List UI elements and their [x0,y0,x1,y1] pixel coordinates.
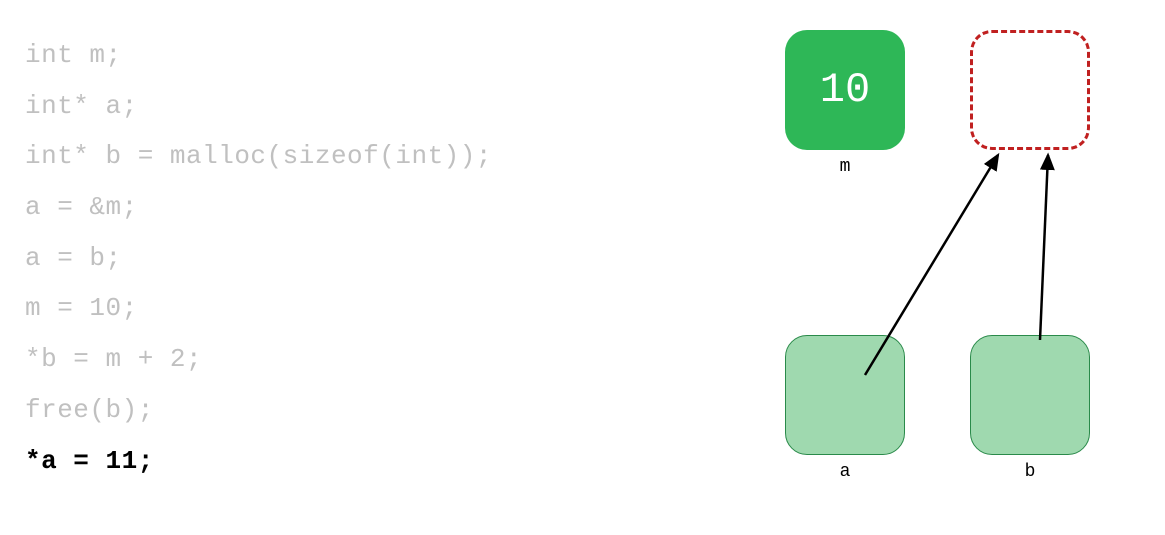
code-line-9: *a = 11; [25,436,492,487]
label-m: m [785,157,905,177]
code-line-8: free(b); [25,385,492,436]
pointer-box-a [785,335,905,455]
m-value: 10 [820,66,870,114]
code-line-1: int m; [25,30,492,81]
freed-memory-box [970,30,1090,150]
pointer-box-b [970,335,1090,455]
variable-box-m: 10 [785,30,905,150]
code-line-4: a = &m; [25,182,492,233]
code-line-7: *b = m + 2; [25,334,492,385]
arrow-b-to-freed [1040,155,1048,340]
label-a: a [785,462,905,482]
code-line-6: m = 10; [25,283,492,334]
label-b: b [970,462,1090,482]
code-line-2: int* a; [25,81,492,132]
memory-diagram: 10 m a b [770,20,1150,520]
code-line-5: a = b; [25,233,492,284]
code-line-3: int* b = malloc(sizeof(int)); [25,131,492,182]
code-block: int m; int* a; int* b = malloc(sizeof(in… [25,30,492,486]
